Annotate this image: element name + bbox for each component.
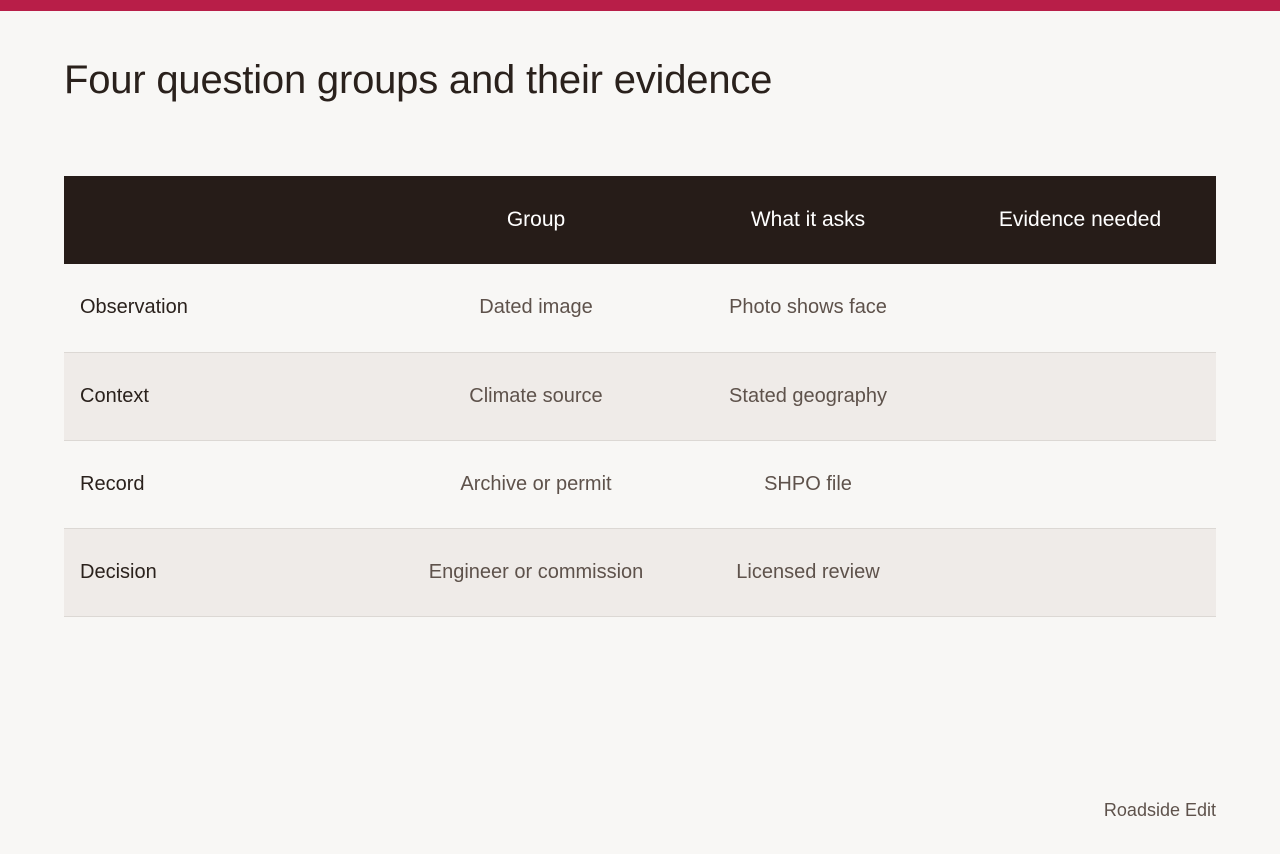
- top-accent-bar: [0, 0, 1280, 11]
- table-row: Context Climate source Stated geography: [64, 352, 1216, 440]
- evidence-cell: [944, 352, 1216, 440]
- evidence-cell: [944, 264, 1216, 352]
- evidence-table: Group What it asks Evidence needed Obser…: [64, 176, 1216, 617]
- table-row: Record Archive or permit SHPO file: [64, 440, 1216, 528]
- group-cell: Archive or permit: [460, 472, 612, 495]
- column-header-group: Group: [506, 208, 566, 231]
- row-label: Decision: [80, 560, 157, 583]
- table-row: Observation Dated image Photo shows face: [64, 264, 1216, 352]
- column-header-evidence-needed: Evidence needed: [998, 208, 1162, 231]
- row-label: Record: [80, 472, 145, 495]
- evidence-cell: [944, 528, 1216, 616]
- footer-brand: Roadside Edit: [1103, 800, 1216, 820]
- asks-cell: Photo shows face: [729, 296, 887, 319]
- page-title: Four question groups and their evidence: [64, 58, 773, 102]
- asks-cell: Licensed review: [736, 560, 880, 583]
- asks-cell: SHPO file: [764, 472, 852, 495]
- table-header-row: Group What it asks Evidence needed: [64, 176, 1216, 264]
- asks-cell: Stated geography: [729, 384, 887, 407]
- row-label: Observation: [80, 296, 188, 319]
- group-cell: Engineer or commission: [428, 560, 644, 583]
- table-row: Decision Engineer or commission Licensed…: [64, 528, 1216, 616]
- column-header-what-it-asks: What it asks: [750, 208, 866, 231]
- group-cell: Climate source: [469, 384, 603, 407]
- group-cell: Dated image: [479, 296, 593, 319]
- evidence-cell: [944, 440, 1216, 528]
- row-label: Context: [80, 384, 149, 407]
- column-header-blank: [64, 176, 400, 264]
